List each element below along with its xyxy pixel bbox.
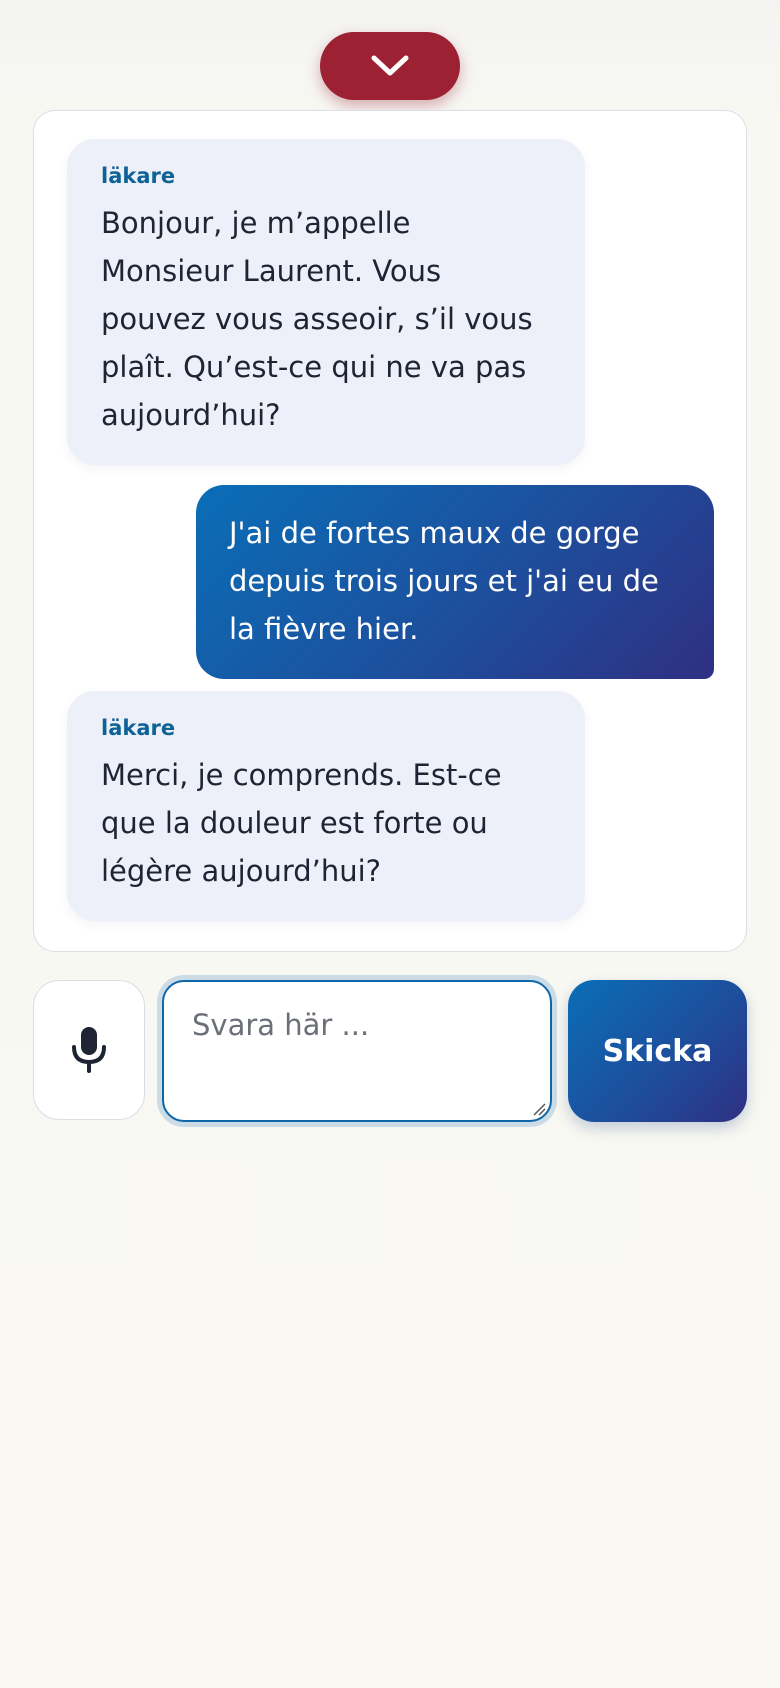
message-text: J'ai de fortes maux de gorge depuis troi… <box>229 516 659 646</box>
sender-label: läkare <box>101 716 176 740</box>
user-message: J'ai de fortes maux de gorge depuis troi… <box>196 485 714 679</box>
doctor-message: läkare Bonjour, je m’appelle Monsieur La… <box>67 139 585 465</box>
message-text: Bonjour, je m’appelle Monsieur Laurent. … <box>101 206 533 432</box>
collapse-chat-button[interactable] <box>320 32 460 100</box>
reply-input-wrapper <box>162 980 552 1122</box>
chevron-down-icon <box>371 55 409 76</box>
doctor-message: läkare Merci, je comprends. Est-ce que l… <box>67 691 585 921</box>
message-text: Merci, je comprends. Est-ce que la doule… <box>101 758 502 888</box>
chat-panel: läkare Bonjour, je m’appelle Monsieur La… <box>33 110 747 952</box>
reply-input[interactable] <box>164 982 550 1120</box>
microphone-icon <box>72 1027 106 1073</box>
resize-handle-icon[interactable] <box>530 1100 546 1116</box>
sender-label: läkare <box>101 164 176 188</box>
microphone-button[interactable] <box>33 980 145 1120</box>
send-button[interactable]: Skicka <box>568 980 747 1122</box>
